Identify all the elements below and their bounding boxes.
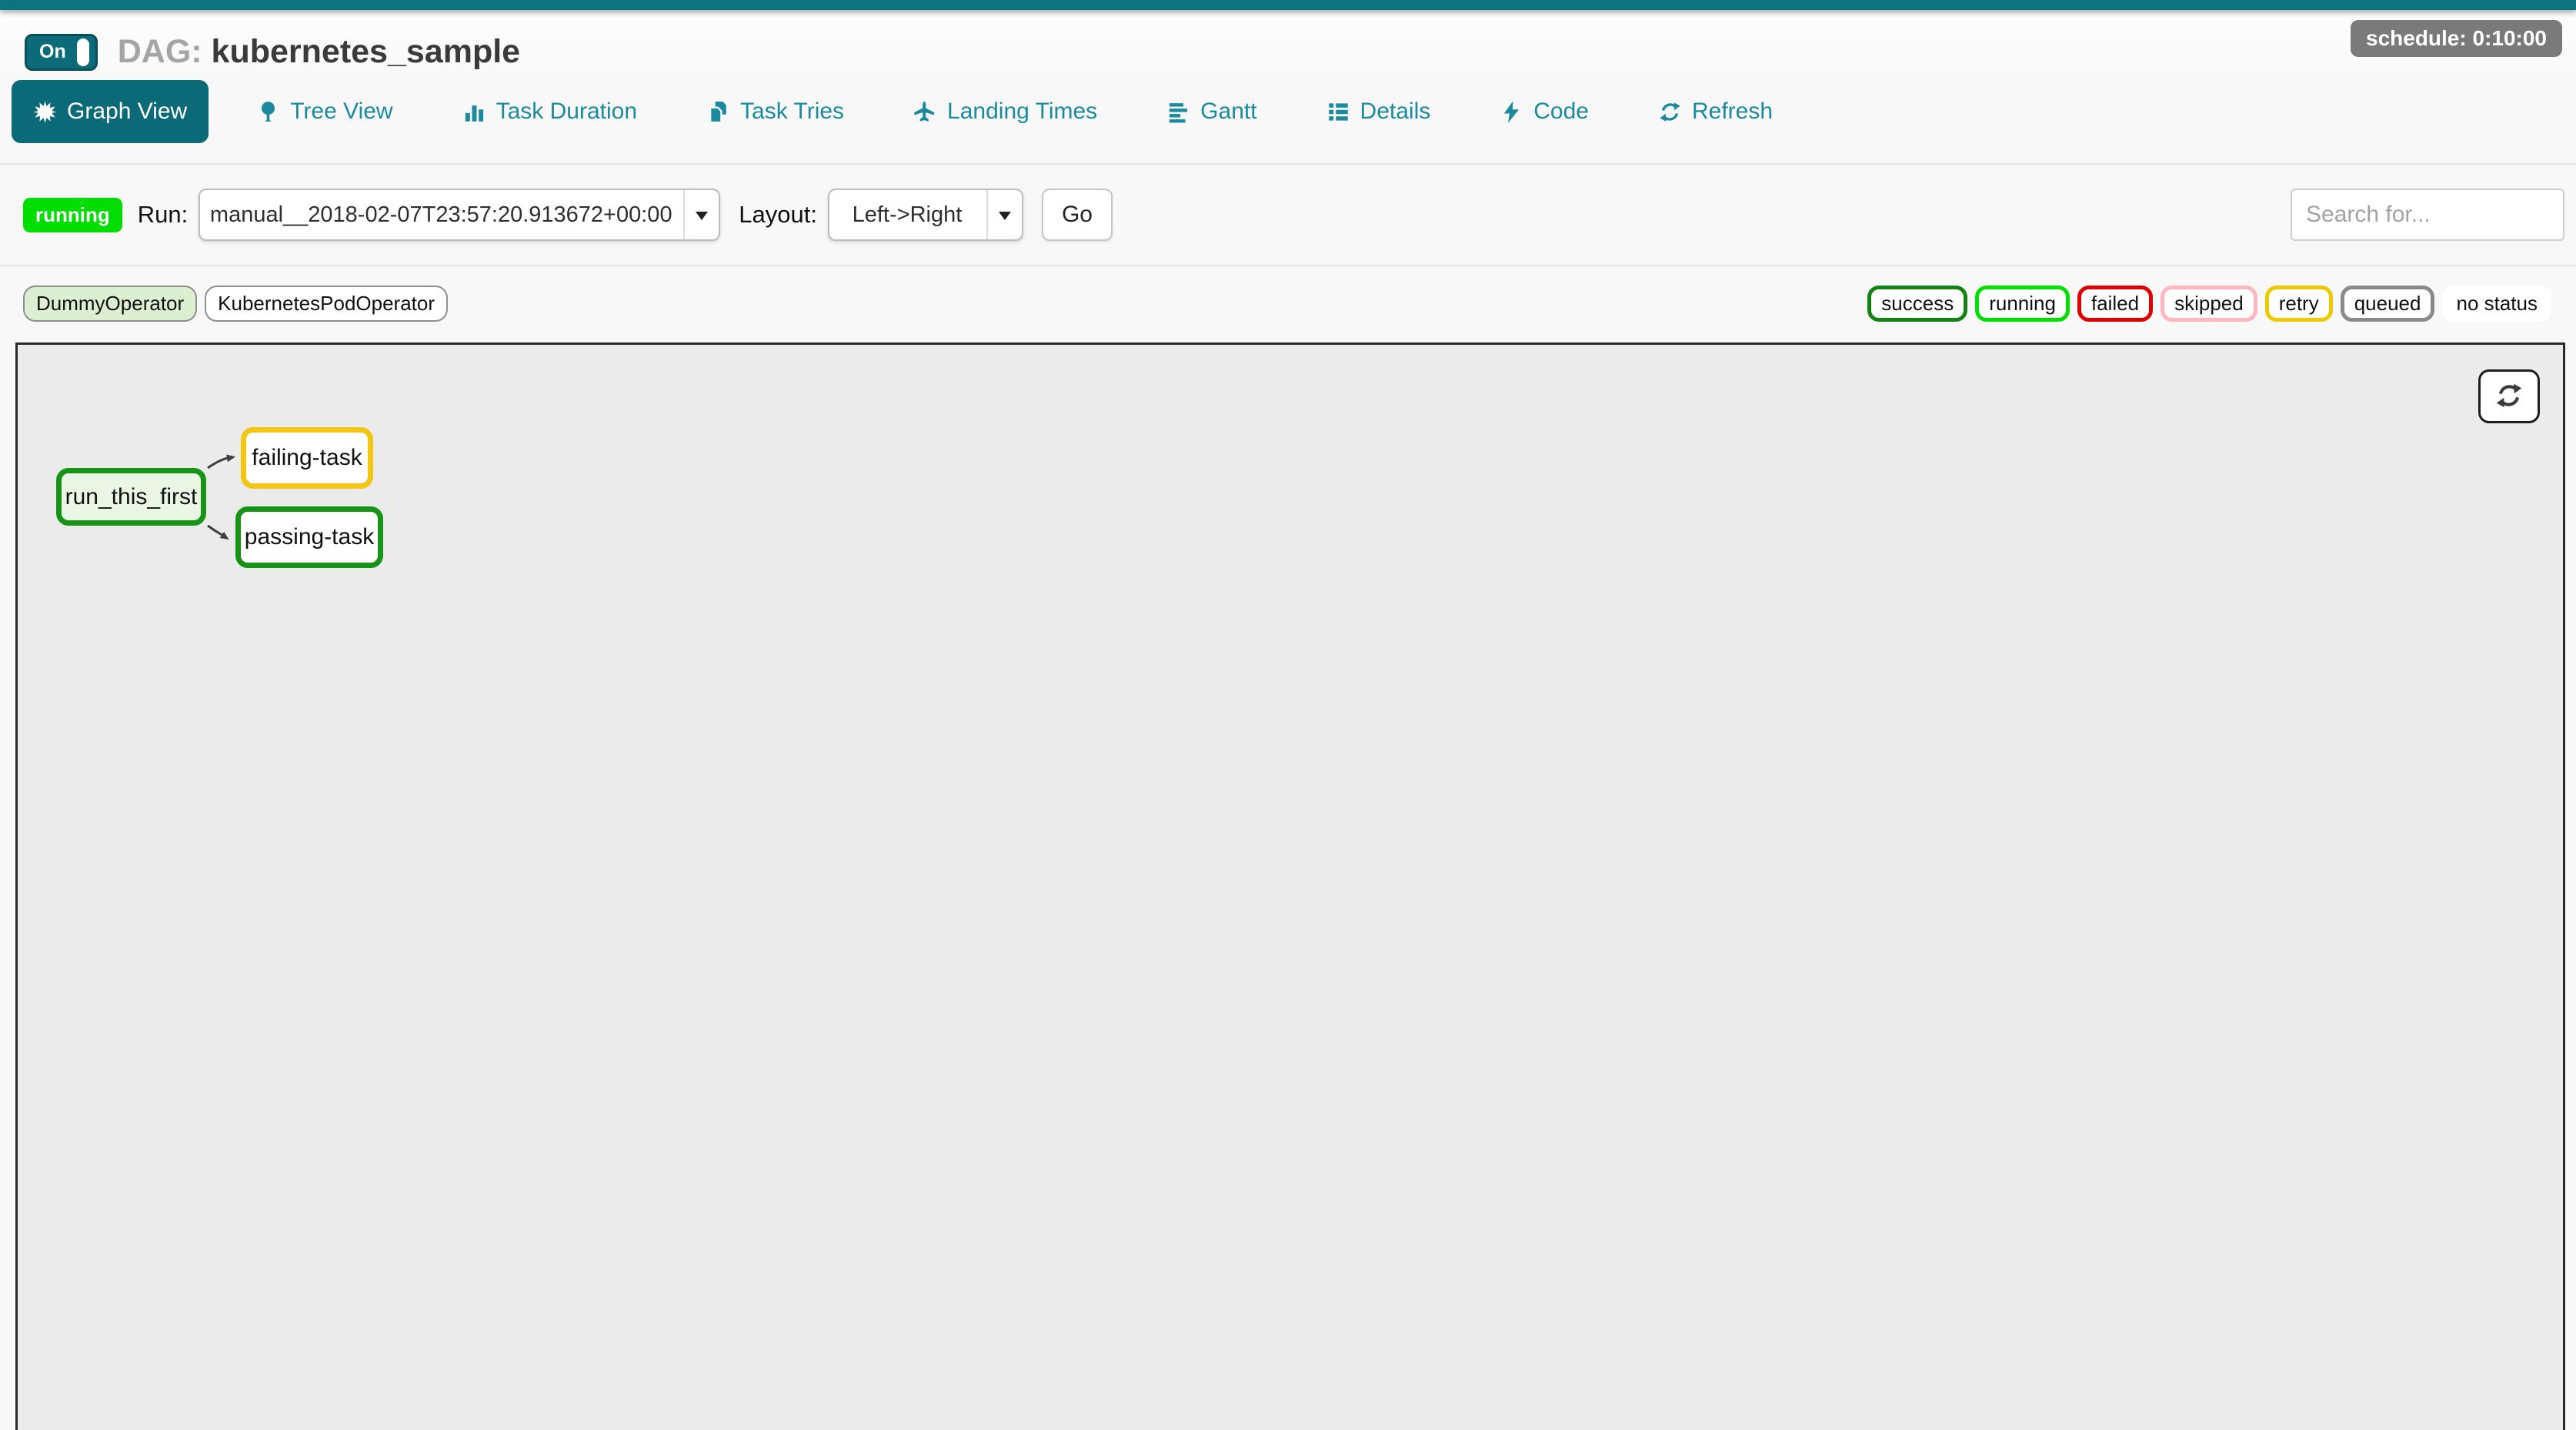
go-button[interactable]: Go bbox=[1042, 189, 1113, 241]
caret-down-icon bbox=[999, 212, 1011, 226]
toggle-knob bbox=[77, 38, 89, 66]
tab-label: Graph View bbox=[67, 99, 187, 125]
tab-refresh[interactable]: Refresh bbox=[1637, 80, 1794, 143]
list-icon bbox=[1326, 100, 1350, 124]
tab-code[interactable]: Code bbox=[1478, 80, 1610, 143]
run-select-value: manual__2018-02-07T23:57:20.913672+00:00 bbox=[210, 202, 709, 228]
operator-chip-kubernetespodoperator: KubernetesPodOperator bbox=[205, 286, 448, 322]
tab-gantt[interactable]: Gantt bbox=[1145, 80, 1278, 143]
toggle-on-label: On bbox=[33, 41, 72, 63]
status-chip-success: success bbox=[1867, 286, 1967, 322]
tab-label: Task Duration bbox=[496, 99, 637, 125]
run-label: Run: bbox=[138, 201, 188, 229]
top-navbar-strip bbox=[0, 0, 2576, 10]
bar-chart-icon bbox=[462, 100, 486, 124]
run-select[interactable]: manual__2018-02-07T23:57:20.913672+00:00 bbox=[199, 189, 720, 241]
schedule-badge: schedule: 0:10:00 bbox=[2351, 20, 2562, 57]
status-chip-queued: queued bbox=[2341, 286, 2435, 322]
dag-graph-canvas[interactable]: run_this_first failing-task passing-task bbox=[15, 342, 2565, 1430]
refresh-icon bbox=[1658, 100, 1682, 124]
layout-select-value: Left->Right bbox=[853, 202, 999, 228]
tree-icon bbox=[256, 100, 280, 124]
dag-header: On DAG: kubernetes_sample schedule: 0:10… bbox=[0, 10, 2576, 71]
layout-select-arrow bbox=[986, 190, 1022, 239]
graph-refresh-button[interactable] bbox=[2478, 369, 2540, 423]
layout-label: Layout: bbox=[739, 201, 817, 229]
tab-task-tries[interactable]: Task Tries bbox=[685, 80, 866, 143]
dag-run-status-badge: running bbox=[23, 198, 122, 232]
tab-landing-times[interactable]: Landing Times bbox=[892, 80, 1119, 143]
tab-details[interactable]: Details bbox=[1305, 80, 1453, 143]
task-node-passing-task[interactable]: passing-task bbox=[235, 506, 383, 568]
plane-icon bbox=[913, 100, 937, 124]
status-chip-running: running bbox=[1975, 286, 2070, 322]
status-chip-failed: failed bbox=[2077, 286, 2153, 322]
duplicate-icon bbox=[706, 100, 730, 124]
task-node-run-this-first[interactable]: run_this_first bbox=[56, 468, 206, 526]
sunburst-icon bbox=[33, 100, 57, 124]
run-select-arrow bbox=[683, 190, 719, 239]
view-tabs: Graph View Tree View Task Duration Task Tri… bbox=[0, 71, 2576, 163]
caret-down-icon bbox=[696, 212, 708, 226]
operator-legend: DummyOperatorKubernetesPodOperator bbox=[23, 286, 448, 322]
run-controls-row: running Run: manual__2018-02-07T23:57:20… bbox=[0, 165, 2576, 265]
refresh-icon bbox=[2494, 381, 2524, 413]
tab-label: Details bbox=[1360, 99, 1431, 125]
tab-label: Refresh bbox=[1692, 99, 1773, 125]
edge-run-this-first-to-passing-task bbox=[208, 526, 223, 536]
layout-select[interactable]: Left->Right bbox=[828, 189, 1023, 241]
status-chip-no-status: no status bbox=[2442, 286, 2551, 322]
page-title-prefix: DAG: bbox=[118, 33, 202, 70]
tab-graph-view[interactable]: Graph View bbox=[12, 80, 209, 143]
align-left-icon bbox=[1166, 100, 1190, 124]
tab-label: Gantt bbox=[1200, 99, 1256, 125]
tab-label: Landing Times bbox=[947, 99, 1097, 125]
tab-label: Code bbox=[1533, 99, 1589, 125]
status-legend: successrunningfailedskippedretryqueuedno… bbox=[1867, 286, 2551, 322]
status-chip-retry: retry bbox=[2265, 286, 2333, 322]
legend-row: DummyOperatorKubernetesPodOperator succe… bbox=[0, 266, 2576, 322]
bolt-icon bbox=[1500, 100, 1523, 124]
tab-label: Task Tries bbox=[740, 99, 844, 125]
graph-edges bbox=[18, 345, 2563, 1430]
search-input[interactable] bbox=[2291, 189, 2564, 241]
tab-task-duration[interactable]: Task Duration bbox=[441, 80, 659, 143]
task-node-failing-task[interactable]: failing-task bbox=[241, 427, 373, 489]
tab-label: Tree View bbox=[290, 99, 392, 125]
page-title: DAG: kubernetes_sample bbox=[118, 33, 520, 71]
tab-tree-view[interactable]: Tree View bbox=[235, 80, 414, 143]
dag-name: kubernetes_sample bbox=[212, 33, 521, 70]
operator-chip-dummyoperator: DummyOperator bbox=[23, 286, 197, 322]
dag-on-toggle[interactable]: On bbox=[25, 34, 98, 71]
edge-run-this-first-to-failing-task bbox=[208, 458, 229, 468]
status-chip-skipped: skipped bbox=[2161, 286, 2257, 322]
